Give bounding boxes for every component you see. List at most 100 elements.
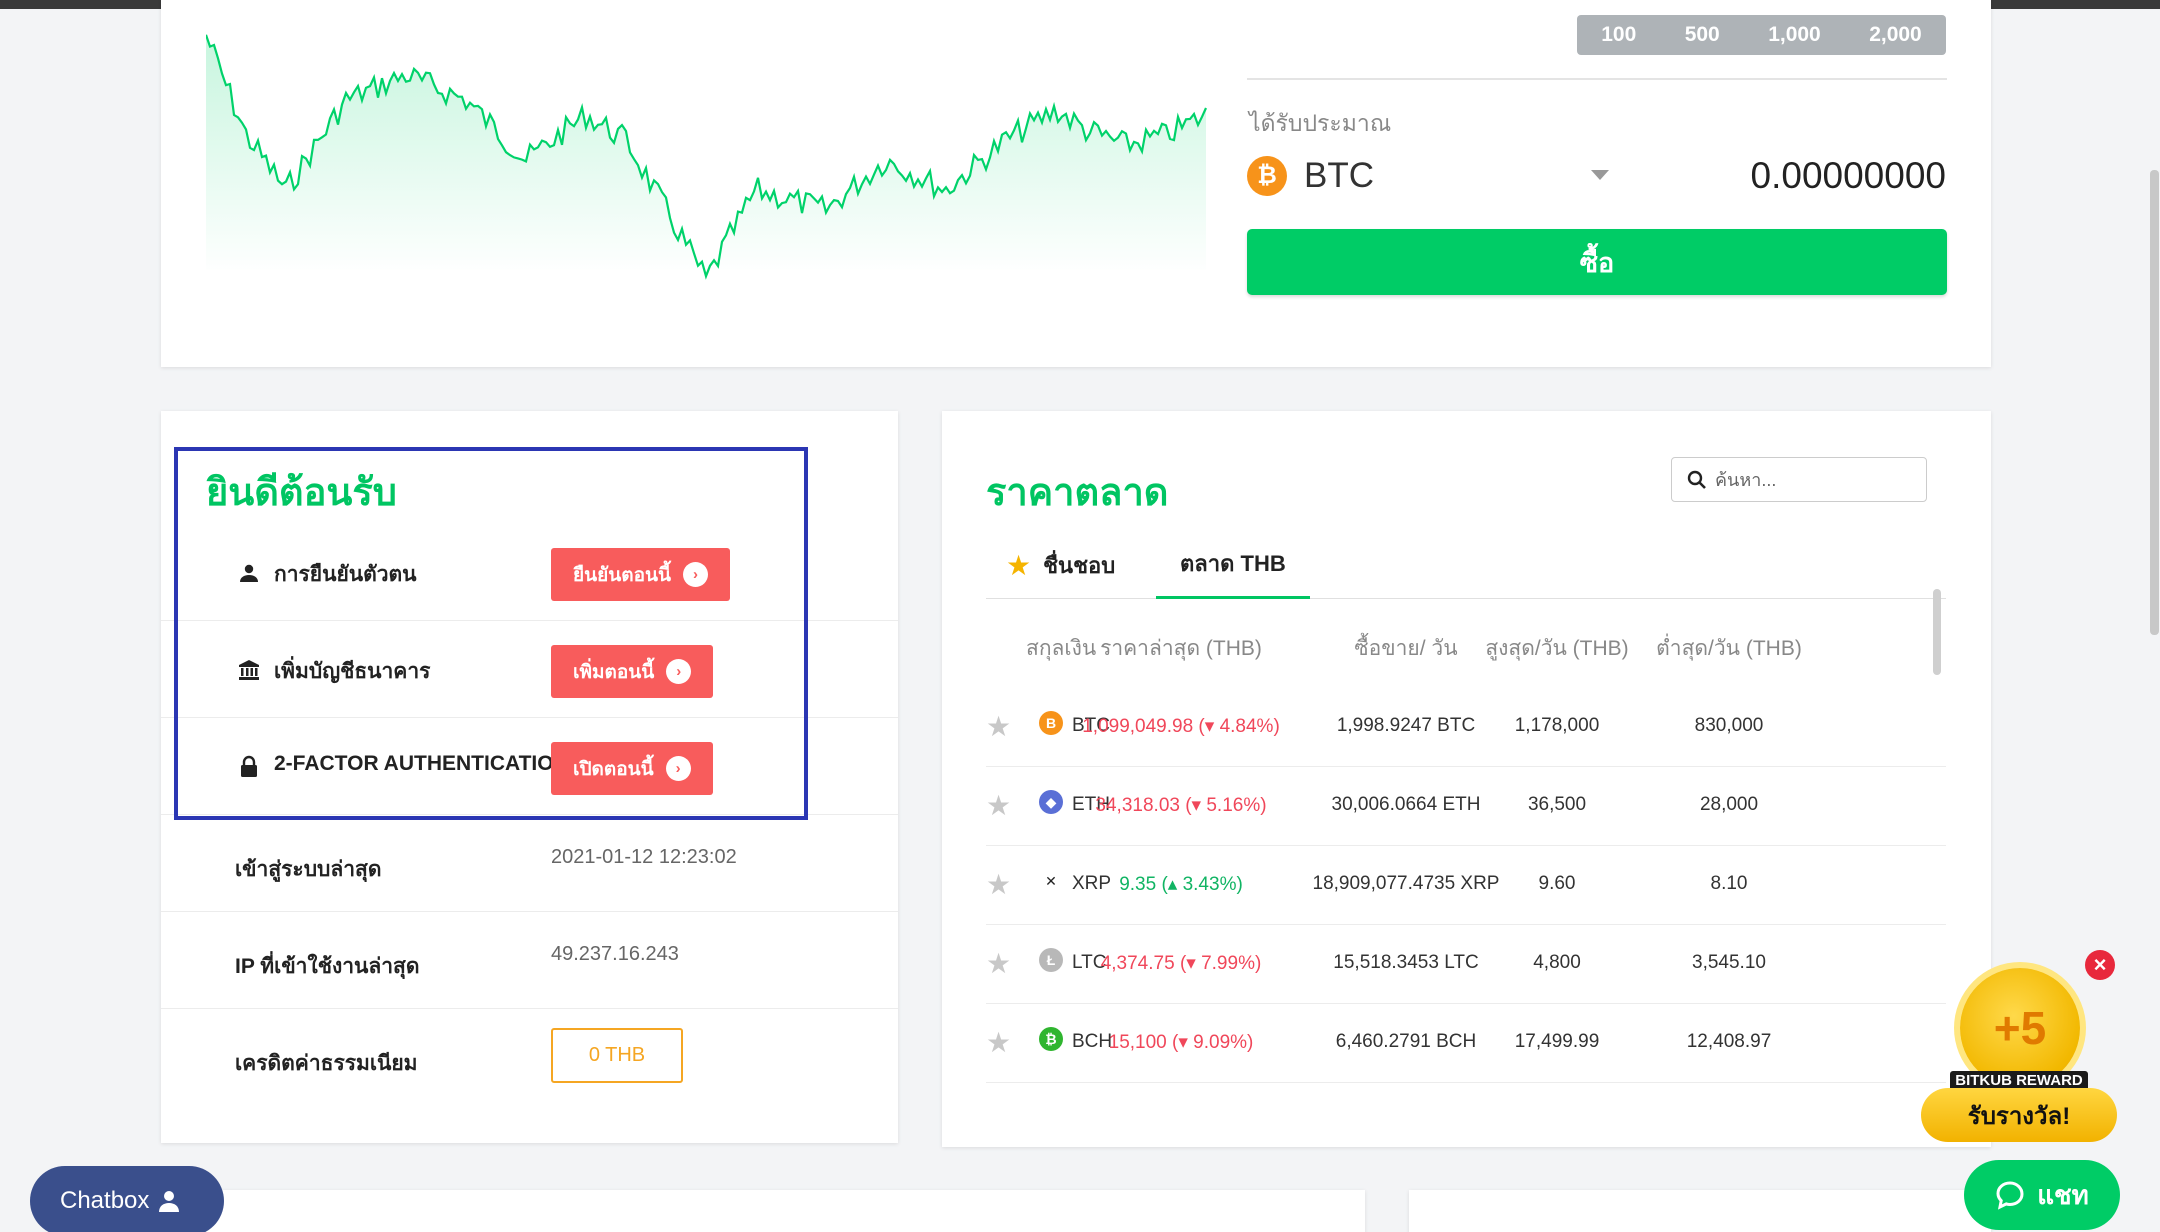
coin-icon: ₿	[1039, 1027, 1063, 1051]
star-icon: ★	[1006, 549, 1032, 581]
table-scrollbar[interactable]	[1933, 589, 1941, 675]
last-ip-label: IP ที่เข้าใช้งานล่าสุด	[235, 955, 420, 978]
page-scrollbar[interactable]	[2150, 170, 2159, 635]
last-price: 15,100 (▾ 9.09%)	[1108, 1032, 1254, 1053]
daily-low: 28,000	[1699, 794, 1759, 815]
add-bank-label: เพิ่มบัญชีธนาคาร	[274, 660, 431, 683]
add-bank-row: เพิ่มบัญชีธนาคาร เพิ่มตอนนี้ ›	[161, 621, 898, 718]
favorite-star-icon[interactable]: ★	[986, 789, 1011, 822]
daily-high: 4,800	[1533, 952, 1581, 973]
bitcoin-icon: ₿	[1247, 156, 1287, 196]
coin-select[interactable]: BTC	[1304, 156, 1374, 196]
receive-label: ได้รับประมาณ	[1249, 110, 1392, 136]
daily-low: 3,545.10	[1692, 952, 1766, 973]
chevron-right-icon: ›	[682, 562, 708, 587]
table-row[interactable]: ★ ₿ BCH 15,100 (▾ 9.09%) 6,460.2791 BCH 17,49…	[986, 1004, 1946, 1083]
amount-500[interactable]: 500	[1685, 23, 1720, 47]
enable-2fa-label: เปิดตอนนี้	[573, 758, 654, 780]
chevron-down-icon[interactable]	[1591, 170, 1609, 180]
buy-button[interactable]: ซื้อ	[1247, 229, 1947, 295]
divider	[1247, 78, 1947, 80]
coin-icon: ✕	[1045, 873, 1057, 889]
tab-thb-market[interactable]: ตลาด THB	[1156, 531, 1310, 599]
last-login-value: 2021-01-12 12:23:02	[551, 846, 737, 868]
two-factor-row: 2-FACTOR AUTHENTICATION เปิดตอนนี้ ›	[161, 718, 898, 815]
chat-label: แชท	[2037, 1179, 2089, 1210]
user-icon	[159, 1191, 180, 1212]
last-ip-row: IP ที่เข้าใช้งานล่าสุด 49.237.16.243	[161, 912, 898, 1009]
table-row[interactable]: ★ ✕ XRP 9.35 (▴ 3.43%) 18,909,077.4735 XRP 9.…	[986, 846, 1946, 925]
market-card: ราคาตลาด ค้นหา... ★ ชื่นชอบ ตลาด THB สกุ…	[942, 411, 1991, 1147]
chatbox-button[interactable]: Chatbox	[30, 1166, 224, 1232]
last-price: 1,099,049.98 (▾ 4.84%)	[1082, 716, 1280, 737]
daily-high: 17,499.99	[1514, 1031, 1600, 1052]
two-factor-label: 2-FACTOR AUTHENTICATION	[274, 752, 569, 775]
table-row[interactable]: ★ B BTC 1,099,049.98 (▾ 4.84%) 1,998.9247 BT…	[986, 688, 1946, 767]
favorite-star-icon[interactable]: ★	[986, 710, 1011, 743]
fee-credit-row: เครดิตค่าธรรมเนียม 0 THB	[161, 1009, 898, 1106]
table-row[interactable]: ★ ◆ ETH 34,318.03 (▾ 5.16%) 30,006.0664 ETH 3…	[986, 767, 1946, 846]
coin-icon: Ł	[1039, 948, 1063, 972]
last-price: 9.35 (▴ 3.43%)	[1119, 874, 1243, 895]
col-high[interactable]: สูงสุด/วัน (THB)	[1472, 632, 1642, 665]
table-header: สกุลเงิน ราคาล่าสุด (THB) ซื้อขาย/ วัน ส…	[986, 623, 1946, 663]
receive-amount: 0.00000000	[1750, 155, 1946, 196]
lower-card-right	[1409, 1190, 1991, 1232]
daily-low: 8.10	[1710, 873, 1748, 894]
verify-now-label: ยืนยันตอนนี้	[573, 564, 671, 586]
col-low[interactable]: ต่ำสุด/วัน (THB)	[1644, 632, 1814, 665]
col-last-price[interactable]: ราคาล่าสุด (THB)	[1081, 632, 1281, 665]
last-ip-value: 49.237.16.243	[551, 943, 679, 965]
favorite-star-icon[interactable]: ★	[986, 868, 1011, 901]
verify-now-button[interactable]: ยืนยันตอนนี้ ›	[551, 548, 730, 601]
amount-presets: 100 500 1,000 2,000	[1577, 15, 1946, 55]
chat-button[interactable]: แชท	[1964, 1160, 2120, 1230]
reward-coin[interactable]: +5	[1960, 968, 2080, 1088]
coin-icon: ◆	[1039, 790, 1063, 814]
last-price: 34,318.03 (▾ 5.16%)	[1095, 795, 1267, 816]
amount-1000[interactable]: 1,000	[1768, 23, 1821, 47]
claim-reward-button[interactable]: รับรางวัล!	[1921, 1088, 2117, 1142]
last-login-row: เข้าสู่ระบบล่าสุด 2021-01-12 12:23:02	[161, 815, 898, 912]
last-price: 4,374.75 (▾ 7.99%)	[1100, 953, 1262, 974]
add-bank-button-label: เพิ่มตอนนี้	[573, 661, 655, 683]
chatbox-label: Chatbox	[60, 1187, 150, 1214]
last-login-label: เข้าสู่ระบบล่าสุด	[235, 858, 382, 881]
lower-card-left	[204, 1190, 1365, 1232]
verify-identity-label: การยืนยันตัวตน	[274, 563, 417, 586]
coin-icon: B	[1039, 711, 1063, 735]
favorite-star-icon[interactable]: ★	[986, 947, 1011, 980]
daily-high: 36,500	[1527, 794, 1587, 815]
amount-100[interactable]: 100	[1601, 23, 1636, 47]
chat-bubble-icon	[1996, 1181, 2024, 1210]
search-icon	[1687, 470, 1706, 489]
welcome-card: ยินดีต้อนรับ การยืนยันตัวตน ยืนยันตอนนี้…	[161, 411, 898, 1143]
add-bank-button[interactable]: เพิ่มตอนนี้ ›	[551, 645, 714, 698]
enable-2fa-button[interactable]: เปิดตอนนี้ ›	[551, 742, 713, 795]
fee-credit-label: เครดิตค่าธรรมเนียม	[235, 1052, 418, 1075]
fee-credit-button[interactable]: 0 THB	[551, 1028, 683, 1083]
welcome-title: ยินดีต้อนรับ	[206, 472, 397, 514]
buy-card: 100 500 1,000 2,000 ได้รับประมาณ ₿ BTC 0…	[161, 0, 1991, 367]
amount-2000[interactable]: 2,000	[1869, 23, 1922, 47]
search-placeholder: ค้นหา...	[1715, 470, 1777, 490]
daily-high: 9.60	[1538, 873, 1576, 894]
market-title: ราคาตลาด	[986, 472, 1169, 514]
daily-low: 830,000	[1694, 715, 1764, 736]
lock-icon	[241, 755, 257, 777]
bank-icon	[239, 660, 259, 680]
table-row[interactable]: ★ Ł LTC 4,374.75 (▾ 7.99%) 15,518.3453 LTC 4,…	[986, 925, 1946, 1004]
favorite-star-icon[interactable]: ★	[986, 1026, 1011, 1059]
market-tabs: ★ ชื่นชอบ ตลาด THB	[986, 531, 1946, 599]
tab-favorites-label: ชื่นชอบ	[1043, 552, 1116, 578]
chevron-right-icon: ›	[665, 756, 691, 781]
daily-low: 12,408.97	[1686, 1031, 1772, 1052]
search-input[interactable]: ค้นหา...	[1671, 457, 1927, 502]
price-sparkline	[206, 34, 1208, 280]
daily-high: 1,178,000	[1514, 715, 1600, 736]
tab-favorites[interactable]: ★ ชื่นชอบ	[1006, 531, 1115, 599]
close-icon[interactable]: ×	[2085, 950, 2115, 980]
verify-identity-row: การยืนยันตัวตน ยืนยันตอนนี้ ›	[161, 524, 898, 621]
chevron-right-icon: ›	[666, 659, 692, 684]
user-icon	[240, 564, 258, 582]
